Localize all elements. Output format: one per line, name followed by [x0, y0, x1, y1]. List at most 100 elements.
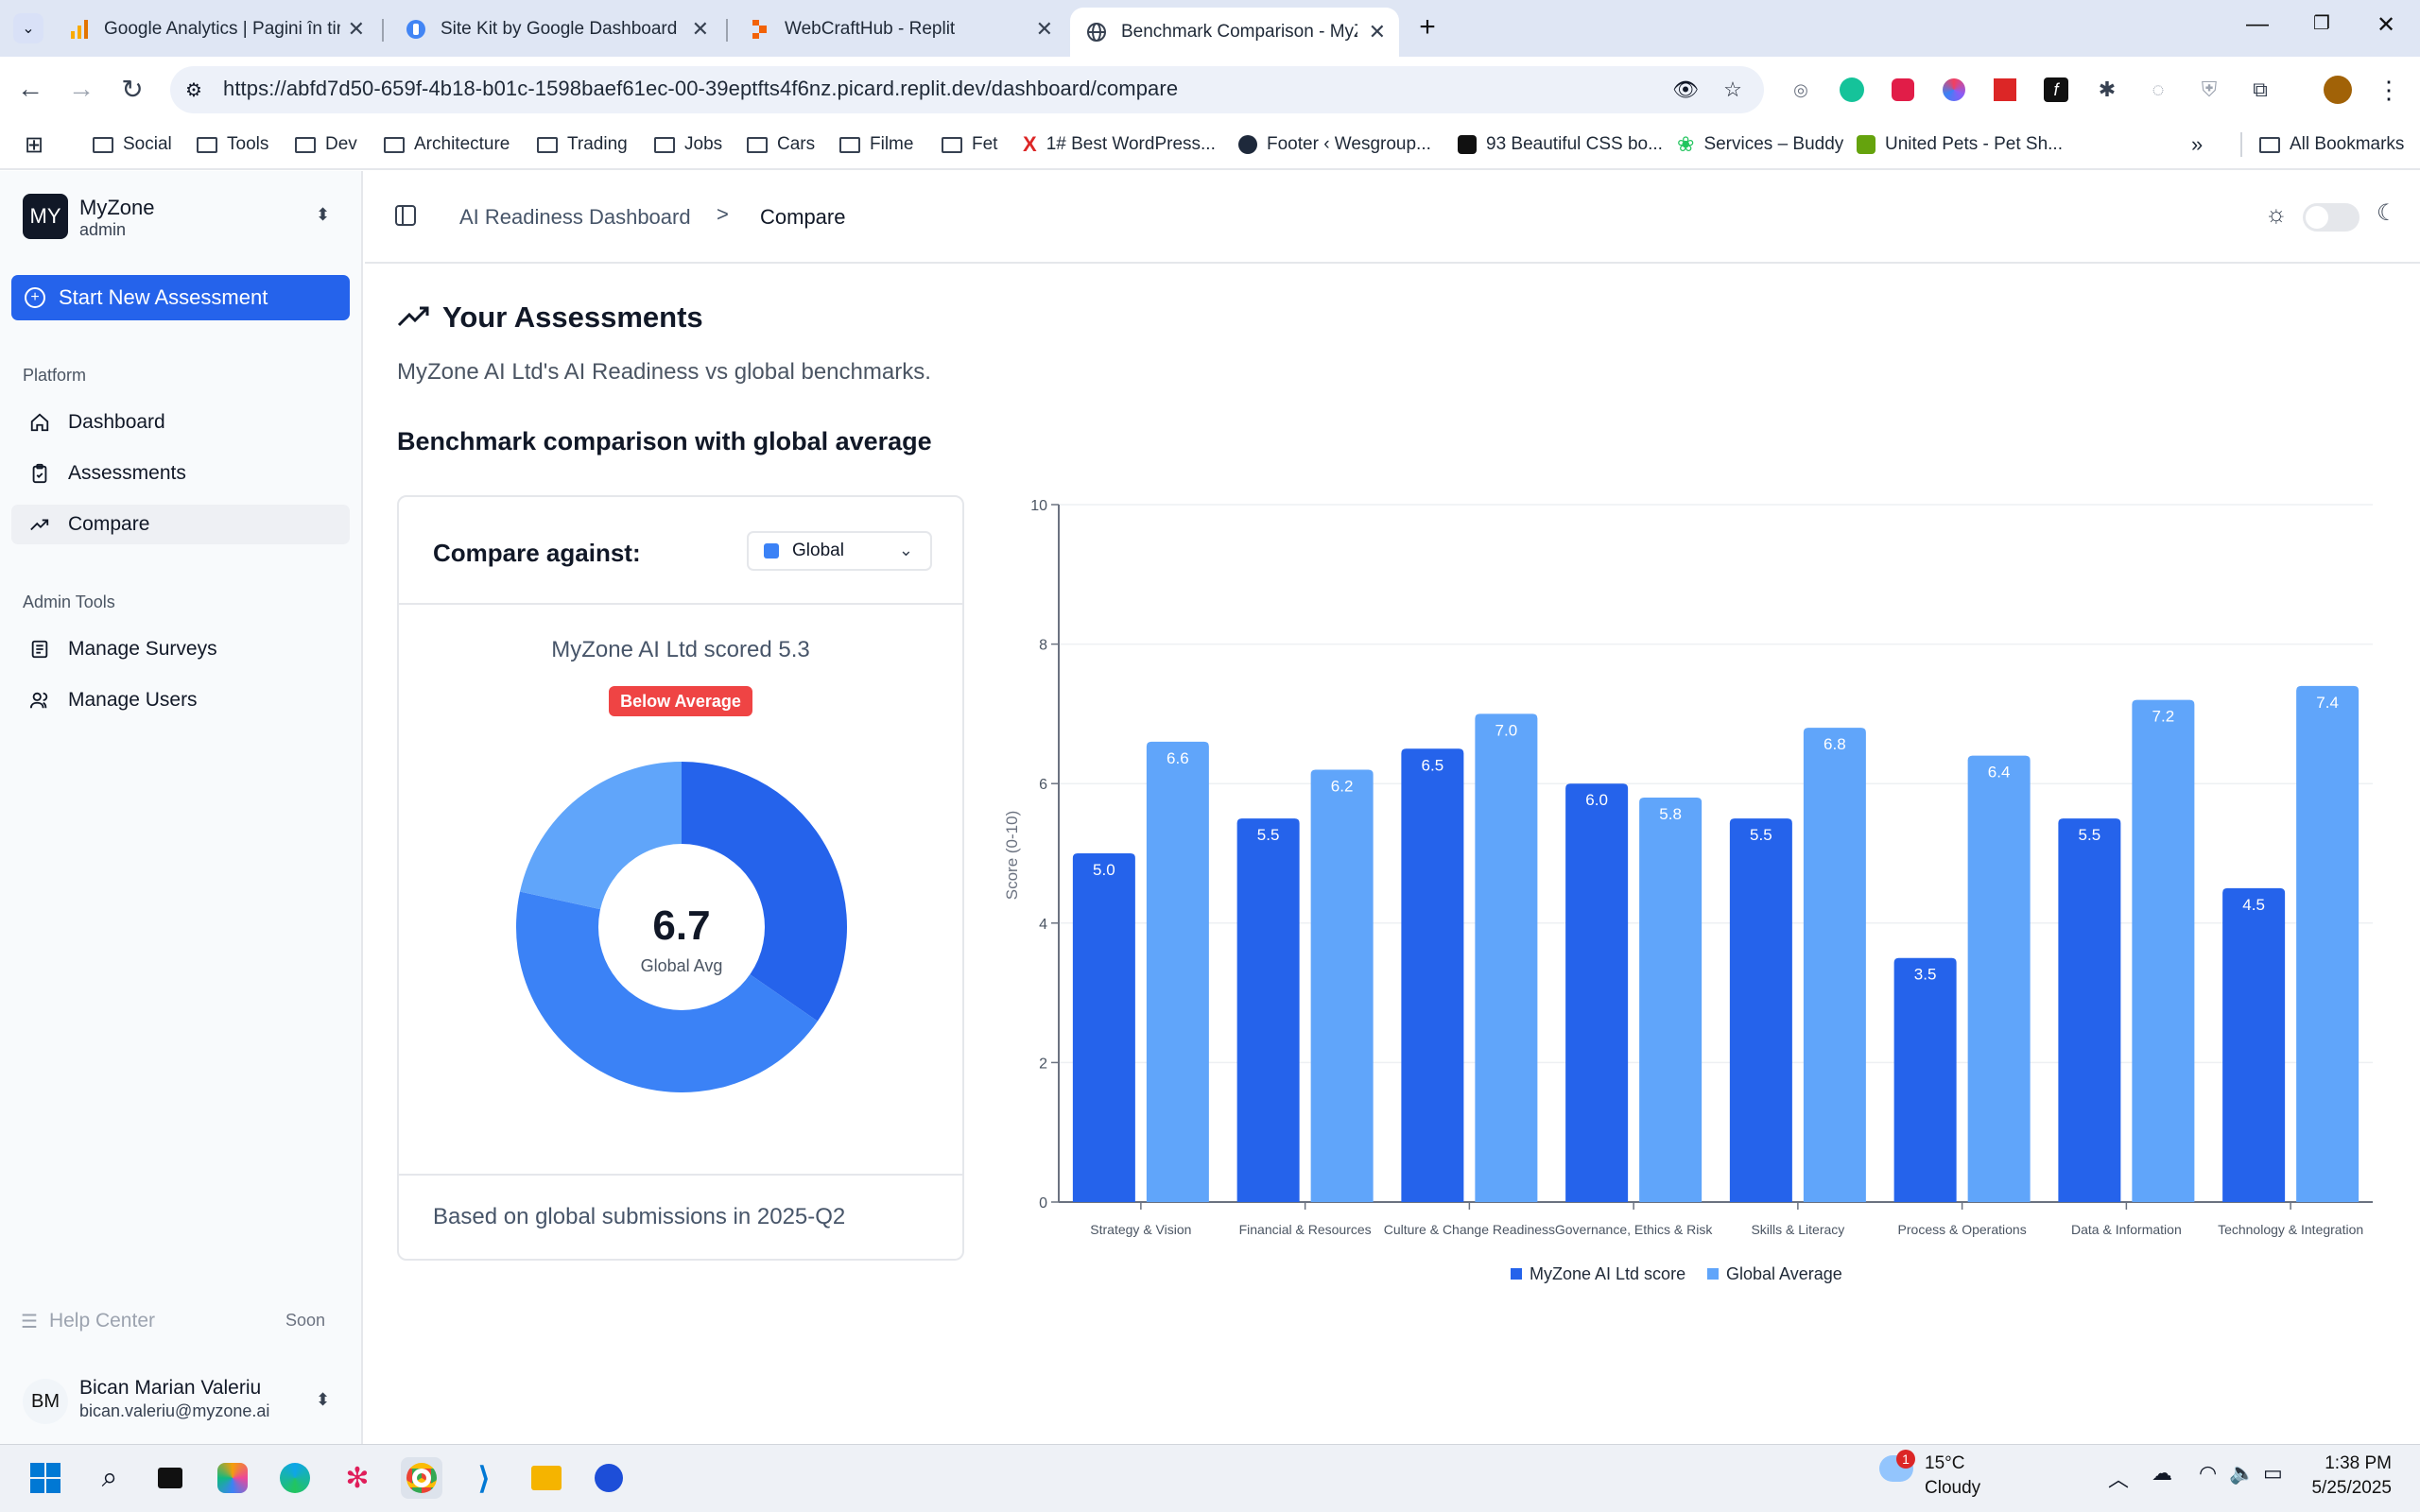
grammarly-icon[interactable] [1836, 74, 1868, 106]
bar-value-label: 4.5 [2242, 896, 2265, 914]
bookmark-folder[interactable]: Filme [839, 129, 913, 161]
close-icon[interactable]: ✕ [1369, 20, 1386, 44]
bookmark-link[interactable]: X 1# Best WordPress... [1023, 129, 1216, 161]
chevron-updown-icon[interactable]: ⬍ [316, 205, 330, 225]
org-avatar[interactable]: MY [23, 194, 68, 239]
legend-label[interactable]: MyZone AI Ltd score [1530, 1264, 1685, 1283]
chevron-up-icon[interactable]: ︿ [2108, 1463, 2129, 1493]
compare-select[interactable]: Global ⌄ [747, 531, 932, 571]
help-center[interactable]: ☰ Help Center Soon [11, 1301, 350, 1341]
bookmark-link[interactable]: 93 Beautiful CSS bo... [1458, 129, 1663, 161]
chevron-updown-icon[interactable]: ⬍ [316, 1390, 330, 1410]
extension-icon[interactable]: ◎ [1785, 74, 1817, 106]
copilot-icon[interactable] [212, 1457, 253, 1499]
star-icon[interactable]: ☆ [1717, 74, 1749, 106]
extension-red-icon[interactable] [1989, 74, 2021, 106]
user-name[interactable]: Bican Marian Valeriu [79, 1377, 261, 1400]
adblock-icon[interactable] [1887, 74, 1919, 106]
bookmark-folder[interactable]: Jobs [654, 129, 722, 161]
bookmark-folder[interactable]: Cars [747, 129, 815, 161]
shield-icon[interactable]: ⛨ [2193, 74, 2225, 106]
file-explorer-icon[interactable] [526, 1457, 567, 1499]
edge-icon[interactable] [274, 1457, 316, 1499]
sidebar-item-dashboard[interactable]: Dashboard [11, 403, 350, 442]
x-icon: X [1023, 132, 1037, 156]
task-view-icon[interactable] [149, 1457, 191, 1499]
new-tab-button[interactable]: + [1409, 11, 1446, 43]
legend-label[interactable]: Global Average [1726, 1264, 1842, 1283]
onedrive-icon[interactable]: ☁ [2152, 1461, 2172, 1486]
color-swatch [764, 543, 779, 558]
url-text[interactable]: https://abfd7d50-659f-4b18-b01c-1598baef… [223, 77, 1178, 101]
reload-icon[interactable]: ↻ [115, 74, 149, 105]
legend-swatch [1511, 1268, 1522, 1280]
user-avatar[interactable]: BM [23, 1379, 68, 1424]
windows-start-icon[interactable] [25, 1457, 66, 1499]
close-icon[interactable]: ✕ [1036, 17, 1053, 42]
colorzilla-icon[interactable] [1938, 74, 1970, 106]
sidebar-item-manage-surveys[interactable]: Manage Surveys [11, 629, 350, 669]
chrome-icon[interactable] [401, 1457, 442, 1499]
bookmark-folder[interactable]: Dev [295, 129, 357, 161]
y-tick-label: 10 [1030, 498, 1047, 514]
clock-time[interactable]: 1:38 PM [2307, 1453, 2392, 1474]
browser-tab-strip: ⌄ Google Analytics | Pagini în tim ✕ Sit… [0, 0, 2420, 57]
eye-icon[interactable]: 👁 [1669, 74, 1702, 106]
clock-date[interactable]: 5/25/2025 [2288, 1478, 2392, 1499]
bookmark-link[interactable]: United Pets - Pet Sh... [1857, 129, 2063, 161]
bookmark-folder[interactable]: Social [93, 129, 172, 161]
tab-site-kit[interactable]: Site Kit by Google Dashboard ‹ ✕ [389, 8, 722, 51]
battery-icon[interactable]: ▭ [2263, 1461, 2283, 1486]
maps-icon[interactable] [588, 1457, 630, 1499]
bookmark-link[interactable]: ❀ Services – Buddy [1677, 129, 1843, 161]
close-icon[interactable]: ✕ [692, 17, 709, 42]
bookmark-folder[interactable]: Tools [197, 129, 268, 161]
apps-icon[interactable]: ⊞ [25, 129, 43, 161]
font-extension-icon[interactable]: f [2040, 74, 2072, 106]
window-close-icon[interactable]: ✕ [2367, 11, 2405, 39]
compare-card-footer: Based on global submissions in 2025-Q2 [399, 1174, 962, 1259]
bar-value-label: 5.0 [1093, 861, 1115, 879]
minimize-icon[interactable]: — [2238, 11, 2276, 38]
restore-icon[interactable]: ❐ [2303, 11, 2341, 35]
weather-temp[interactable]: 15°C [1925, 1453, 1964, 1474]
site-info-icon[interactable]: ⚙ [178, 74, 210, 106]
more-bookmarks-button[interactable]: » [2191, 129, 2203, 161]
search-icon[interactable]: ⌕ [89, 1457, 130, 1499]
k-logo-icon [1238, 135, 1257, 154]
folder-icon [942, 136, 962, 153]
breadcrumb-dashboard[interactable]: AI Readiness Dashboard [459, 205, 691, 230]
bar [1565, 783, 1629, 1202]
sidebar-item-manage-users[interactable]: Manage Users [11, 680, 350, 720]
sidebar-item-compare[interactable]: Compare [11, 505, 350, 544]
forward-icon[interactable]: → [64, 74, 98, 104]
tab-google-analytics[interactable]: Google Analytics | Pagini în tim ✕ [53, 8, 378, 51]
all-bookmarks[interactable]: All Bookmarks [2259, 129, 2404, 161]
weather-desc[interactable]: Cloudy [1925, 1478, 1980, 1499]
compass-icon[interactable]: ◌ [2142, 74, 2174, 106]
start-new-assessment-button[interactable]: + Start New Assessment [11, 275, 350, 320]
vscode-icon[interactable]: ⟩ [463, 1457, 505, 1499]
menu-icon[interactable]: ⋮ [2373, 74, 2405, 106]
wifi-icon[interactable]: ◠ [2199, 1461, 2217, 1486]
weather-badge: 1 [1896, 1450, 1915, 1469]
bookmark-folder[interactable]: Fet [942, 129, 997, 161]
back-icon[interactable]: ← [13, 74, 47, 104]
tab-benchmark-comparison[interactable]: Benchmark Comparison - MyZo ✕ [1070, 8, 1399, 57]
bookmark-link[interactable]: Footer ‹ Wesgroup... [1238, 129, 1431, 161]
sun-icon: ☼ [2265, 199, 2288, 228]
theme-toggle[interactable] [2303, 203, 2360, 232]
tab-search-button[interactable]: ⌄ [13, 13, 43, 43]
tab-replit[interactable]: WebCraftHub - Replit ✕ [734, 8, 1066, 51]
bug-icon[interactable]: ✱ [2091, 74, 2123, 106]
org-name[interactable]: MyZone [79, 196, 154, 220]
puzzle-icon[interactable]: ⧉ [2244, 74, 2276, 106]
bookmark-folder[interactable]: Architecture [384, 129, 510, 161]
bookmark-folder[interactable]: Trading [537, 129, 628, 161]
slack-icon[interactable]: ✻ [337, 1457, 378, 1499]
sidebar-toggle-icon[interactable] [395, 205, 416, 226]
close-icon[interactable]: ✕ [348, 17, 365, 42]
volume-icon[interactable]: 🔈 [2229, 1461, 2255, 1486]
sidebar-item-assessments[interactable]: Assessments [11, 454, 350, 493]
profile-avatar[interactable] [2322, 74, 2354, 106]
